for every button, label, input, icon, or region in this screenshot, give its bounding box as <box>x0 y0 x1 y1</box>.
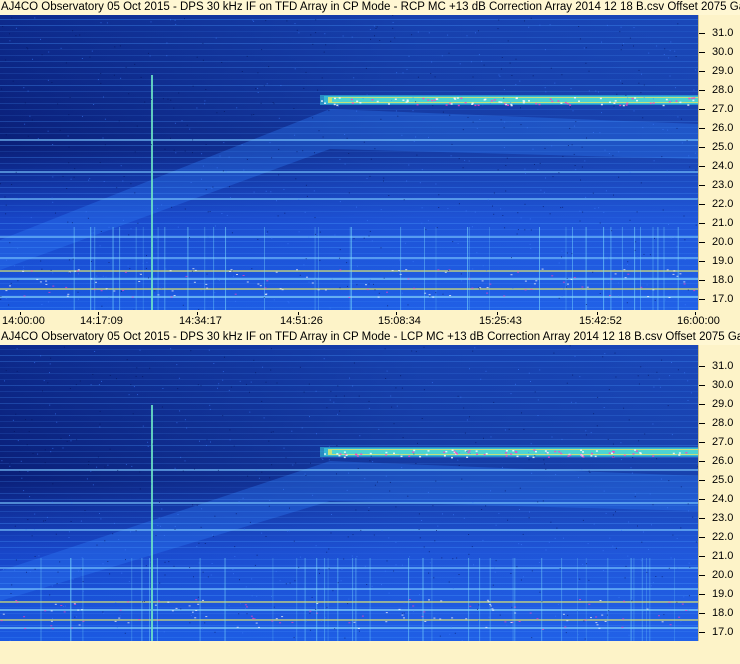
frequency-label: 22.0 <box>712 531 734 543</box>
frequency-label: 21.0 <box>712 550 734 562</box>
vertical-interference-line <box>151 75 153 310</box>
frequency-label: 31.0 <box>712 360 734 372</box>
frequency-label: 26.0 <box>712 122 734 134</box>
time-label: 16:00:00 <box>677 315 720 327</box>
frequency-tick <box>699 261 705 262</box>
frequency-label: 19.0 <box>712 255 734 267</box>
frequency-label: 25.0 <box>712 474 734 486</box>
frequency-label: 28.0 <box>712 417 734 429</box>
rcp-time-axis: 14:00:00 14:17:09 14:34:17 14:51:26 15:08:34… <box>0 312 740 330</box>
frequency-label: 23.0 <box>712 512 734 524</box>
frequency-tick <box>699 537 705 538</box>
frequency-tick <box>699 280 705 281</box>
frequency-label: 17.0 <box>712 626 734 638</box>
time-label: 14:00:00 <box>2 315 45 327</box>
time-label: 15:08:34 <box>378 315 421 327</box>
rcp-title: AJ4CO Observatory 05 Oct 2015 - DPS 30 k… <box>0 0 740 15</box>
frequency-tick <box>699 90 705 91</box>
frequency-label: 21.0 <box>712 217 734 229</box>
vertical-interference-line <box>151 405 153 641</box>
lcp-title: AJ4CO Observatory 05 Oct 2015 - DPS 30 k… <box>0 330 740 345</box>
lcp-panel: AJ4CO Observatory 05 Oct 2015 - DPS 30 k… <box>0 330 740 664</box>
time-label: 14:17:09 <box>80 315 123 327</box>
frequency-label: 22.0 <box>712 198 734 210</box>
time-label: 15:42:52 <box>579 315 622 327</box>
lcp-frequency-axis: 31.0 30.0 29.0 28.0 27.0 26.0 25.0 24.0 23.0 22.0… <box>698 345 740 641</box>
frequency-label: 27.0 <box>712 436 734 448</box>
frequency-tick <box>699 556 705 557</box>
frequency-label: 24.0 <box>712 160 734 172</box>
frequency-label: 31.0 <box>712 27 734 39</box>
frequency-tick <box>699 518 705 519</box>
frequency-label: 25.0 <box>712 141 734 153</box>
frequency-label: 27.0 <box>712 103 734 115</box>
frequency-tick <box>699 128 705 129</box>
frequency-label: 30.0 <box>712 46 734 58</box>
frequency-tick <box>699 204 705 205</box>
frequency-tick <box>699 71 705 72</box>
frequency-label: 19.0 <box>712 588 734 600</box>
frequency-label: 18.0 <box>712 607 734 619</box>
lcp-spectrogram[interactable] <box>0 345 698 641</box>
frequency-tick <box>699 109 705 110</box>
frequency-tick <box>699 366 705 367</box>
frequency-label: 30.0 <box>712 379 734 391</box>
frequency-label: 26.0 <box>712 455 734 467</box>
time-label: 15:25:43 <box>479 315 522 327</box>
frequency-label: 23.0 <box>712 179 734 191</box>
frequency-tick <box>699 52 705 53</box>
frequency-tick <box>699 594 705 595</box>
frequency-tick <box>699 147 705 148</box>
time-label: 14:34:17 <box>179 315 222 327</box>
frequency-tick <box>699 575 705 576</box>
frequency-tick <box>699 166 705 167</box>
frequency-tick <box>699 185 705 186</box>
frequency-tick <box>699 480 705 481</box>
rcp-frequency-axis: 31.0 30.0 29.0 28.0 27.0 26.0 25.0 24.0 23.0 22.0… <box>698 15 740 310</box>
frequency-label: 17.0 <box>712 293 734 305</box>
frequency-label: 24.0 <box>712 493 734 505</box>
frequency-tick <box>699 499 705 500</box>
frequency-tick <box>699 299 705 300</box>
rcp-panel: AJ4CO Observatory 05 Oct 2015 - DPS 30 k… <box>0 0 740 330</box>
rcp-spectrogram[interactable] <box>0 15 698 310</box>
frequency-tick <box>699 632 705 633</box>
frequency-tick <box>699 613 705 614</box>
frequency-tick <box>699 423 705 424</box>
frequency-label: 20.0 <box>712 236 734 248</box>
frequency-label: 28.0 <box>712 84 734 96</box>
frequency-label: 18.0 <box>712 274 734 286</box>
frequency-tick <box>699 385 705 386</box>
frequency-label: 20.0 <box>712 569 734 581</box>
frequency-tick <box>699 223 705 224</box>
frequency-tick <box>699 242 705 243</box>
frequency-tick <box>699 404 705 405</box>
frequency-tick <box>699 461 705 462</box>
frequency-tick <box>699 33 705 34</box>
frequency-label: 29.0 <box>712 65 734 77</box>
frequency-tick <box>699 442 705 443</box>
frequency-label: 29.0 <box>712 398 734 410</box>
time-label: 14:51:26 <box>280 315 323 327</box>
